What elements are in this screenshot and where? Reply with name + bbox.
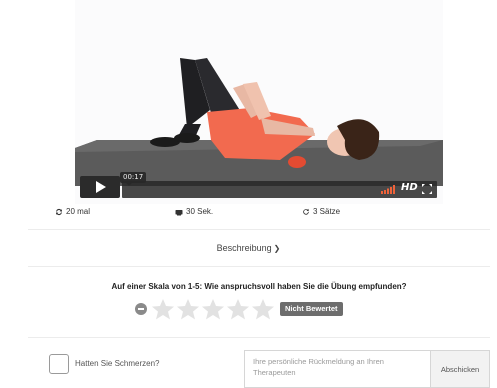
- refresh-icon: [303, 208, 309, 215]
- sets-value: 3 Sätze: [313, 207, 341, 216]
- fullscreen-icon[interactable]: [422, 184, 432, 194]
- submit-button-label: Abschicken: [440, 364, 480, 374]
- chevron-down-icon: ❯: [273, 244, 281, 253]
- duration-value: 30 Sek.: [186, 207, 214, 216]
- time-tooltip-text: 00:17: [123, 173, 144, 181]
- description-label: Beschreibung: [216, 243, 272, 253]
- divider: [28, 337, 490, 338]
- repetitions-value: 20 mal: [66, 207, 91, 216]
- rating-status-badge: Nicht Bewertet: [280, 302, 343, 316]
- play-icon: [96, 181, 106, 193]
- pain-checkbox-label: Hatten Sie Schmerzen?: [75, 359, 160, 368]
- star-icon[interactable]: [201, 298, 225, 320]
- play-button[interactable]: [80, 176, 120, 198]
- stat-sets: 3 Sätze: [302, 207, 340, 216]
- star-icon[interactable]: [176, 298, 200, 320]
- star-icon[interactable]: [251, 298, 275, 320]
- hd-toggle[interactable]: HD: [401, 182, 418, 193]
- stat-duration: 30 Sek.: [175, 207, 213, 216]
- feedback-input[interactable]: Ihre persönliche Rückmeldung an Ihren Th…: [244, 350, 431, 388]
- exercise-stats: 20 mal 30 Sek. 3 Sätze: [0, 207, 497, 219]
- divider: [28, 229, 490, 230]
- timer-icon: [175, 209, 183, 215]
- rating-stars[interactable]: [151, 298, 275, 320]
- description-toggle[interactable]: Beschreibung ❯: [0, 243, 497, 253]
- submit-button[interactable]: Abschicken: [430, 350, 490, 388]
- stat-repetitions: 20 mal: [55, 207, 90, 216]
- star-icon[interactable]: [226, 298, 250, 320]
- divider: [28, 266, 490, 267]
- volume-icon[interactable]: [381, 185, 397, 194]
- pain-checkbox[interactable]: [49, 354, 69, 374]
- difficulty-rating[interactable]: Nicht Bewertet: [135, 297, 343, 321]
- clear-rating-icon[interactable]: [135, 303, 147, 315]
- rating-question: Auf einer Skala von 1-5: Wie anspruchsvo…: [111, 282, 407, 291]
- exercise-video[interactable]: 00:17 HD: [75, 0, 443, 204]
- repeat-icon: [56, 208, 62, 215]
- star-icon[interactable]: [151, 298, 175, 320]
